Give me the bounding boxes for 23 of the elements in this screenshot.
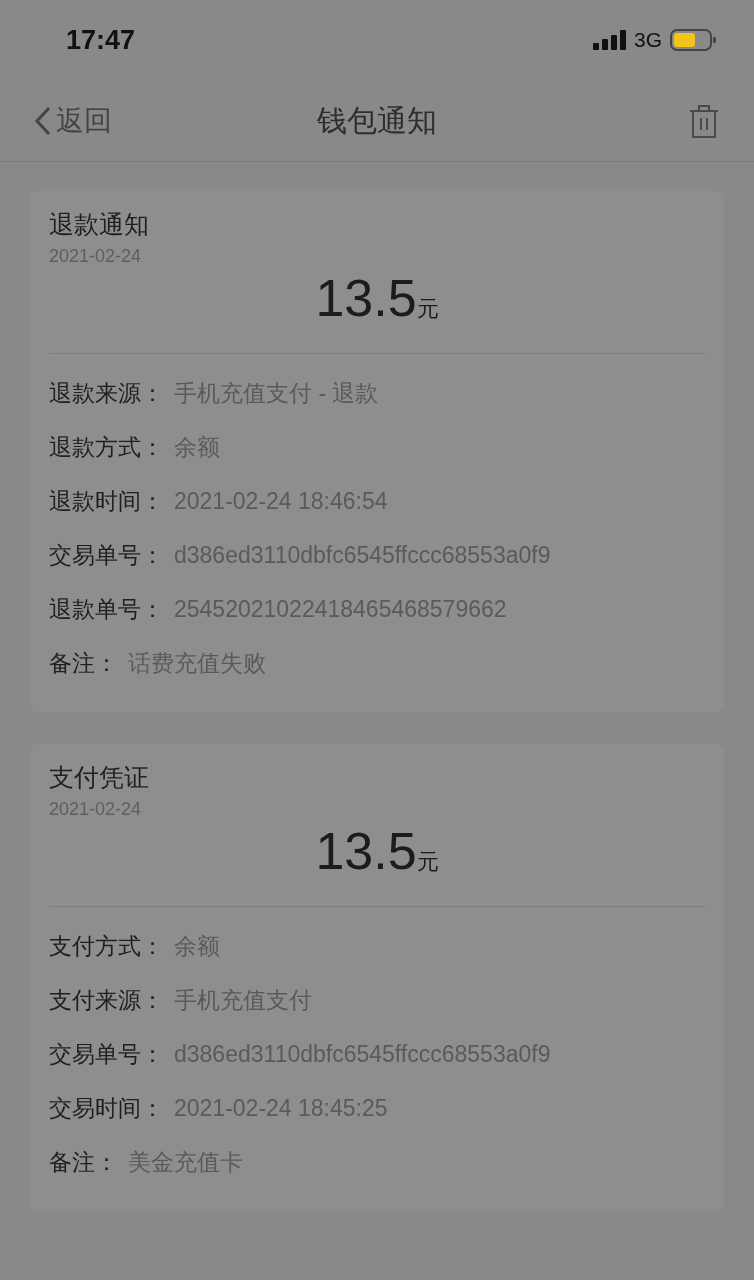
field-label: 备注： bbox=[49, 1147, 118, 1177]
field-label: 备注： bbox=[49, 648, 118, 678]
battery-icon bbox=[670, 29, 716, 51]
field-label: 退款方式： bbox=[49, 432, 164, 462]
notice-title: 支付凭证 bbox=[49, 762, 150, 794]
signal-icon bbox=[593, 30, 626, 50]
field-label: 退款来源： bbox=[49, 378, 164, 408]
amount: 13.5元 bbox=[315, 269, 439, 327]
field-label: 退款时间： bbox=[49, 486, 164, 516]
back-chevron-icon bbox=[34, 105, 52, 136]
field-label: 交易时间： bbox=[49, 1093, 164, 1123]
field-label: 支付来源： bbox=[49, 985, 164, 1015]
field-label: 支付方式： bbox=[49, 931, 164, 961]
field-label: 交易单号： bbox=[49, 540, 164, 570]
amount: 13.5元 bbox=[315, 822, 439, 880]
back-button[interactable]: 返回 bbox=[34, 99, 112, 142]
delete-icon[interactable] bbox=[688, 102, 720, 139]
field-label: 交易单号： bbox=[49, 1039, 164, 1069]
page-title: 钱包通知 bbox=[317, 103, 437, 138]
field-label: 退款单号： bbox=[49, 594, 164, 624]
network-label: 3G bbox=[634, 27, 662, 54]
status-time: 17:47 bbox=[66, 23, 136, 57]
notice-title: 退款通知 bbox=[49, 209, 150, 241]
